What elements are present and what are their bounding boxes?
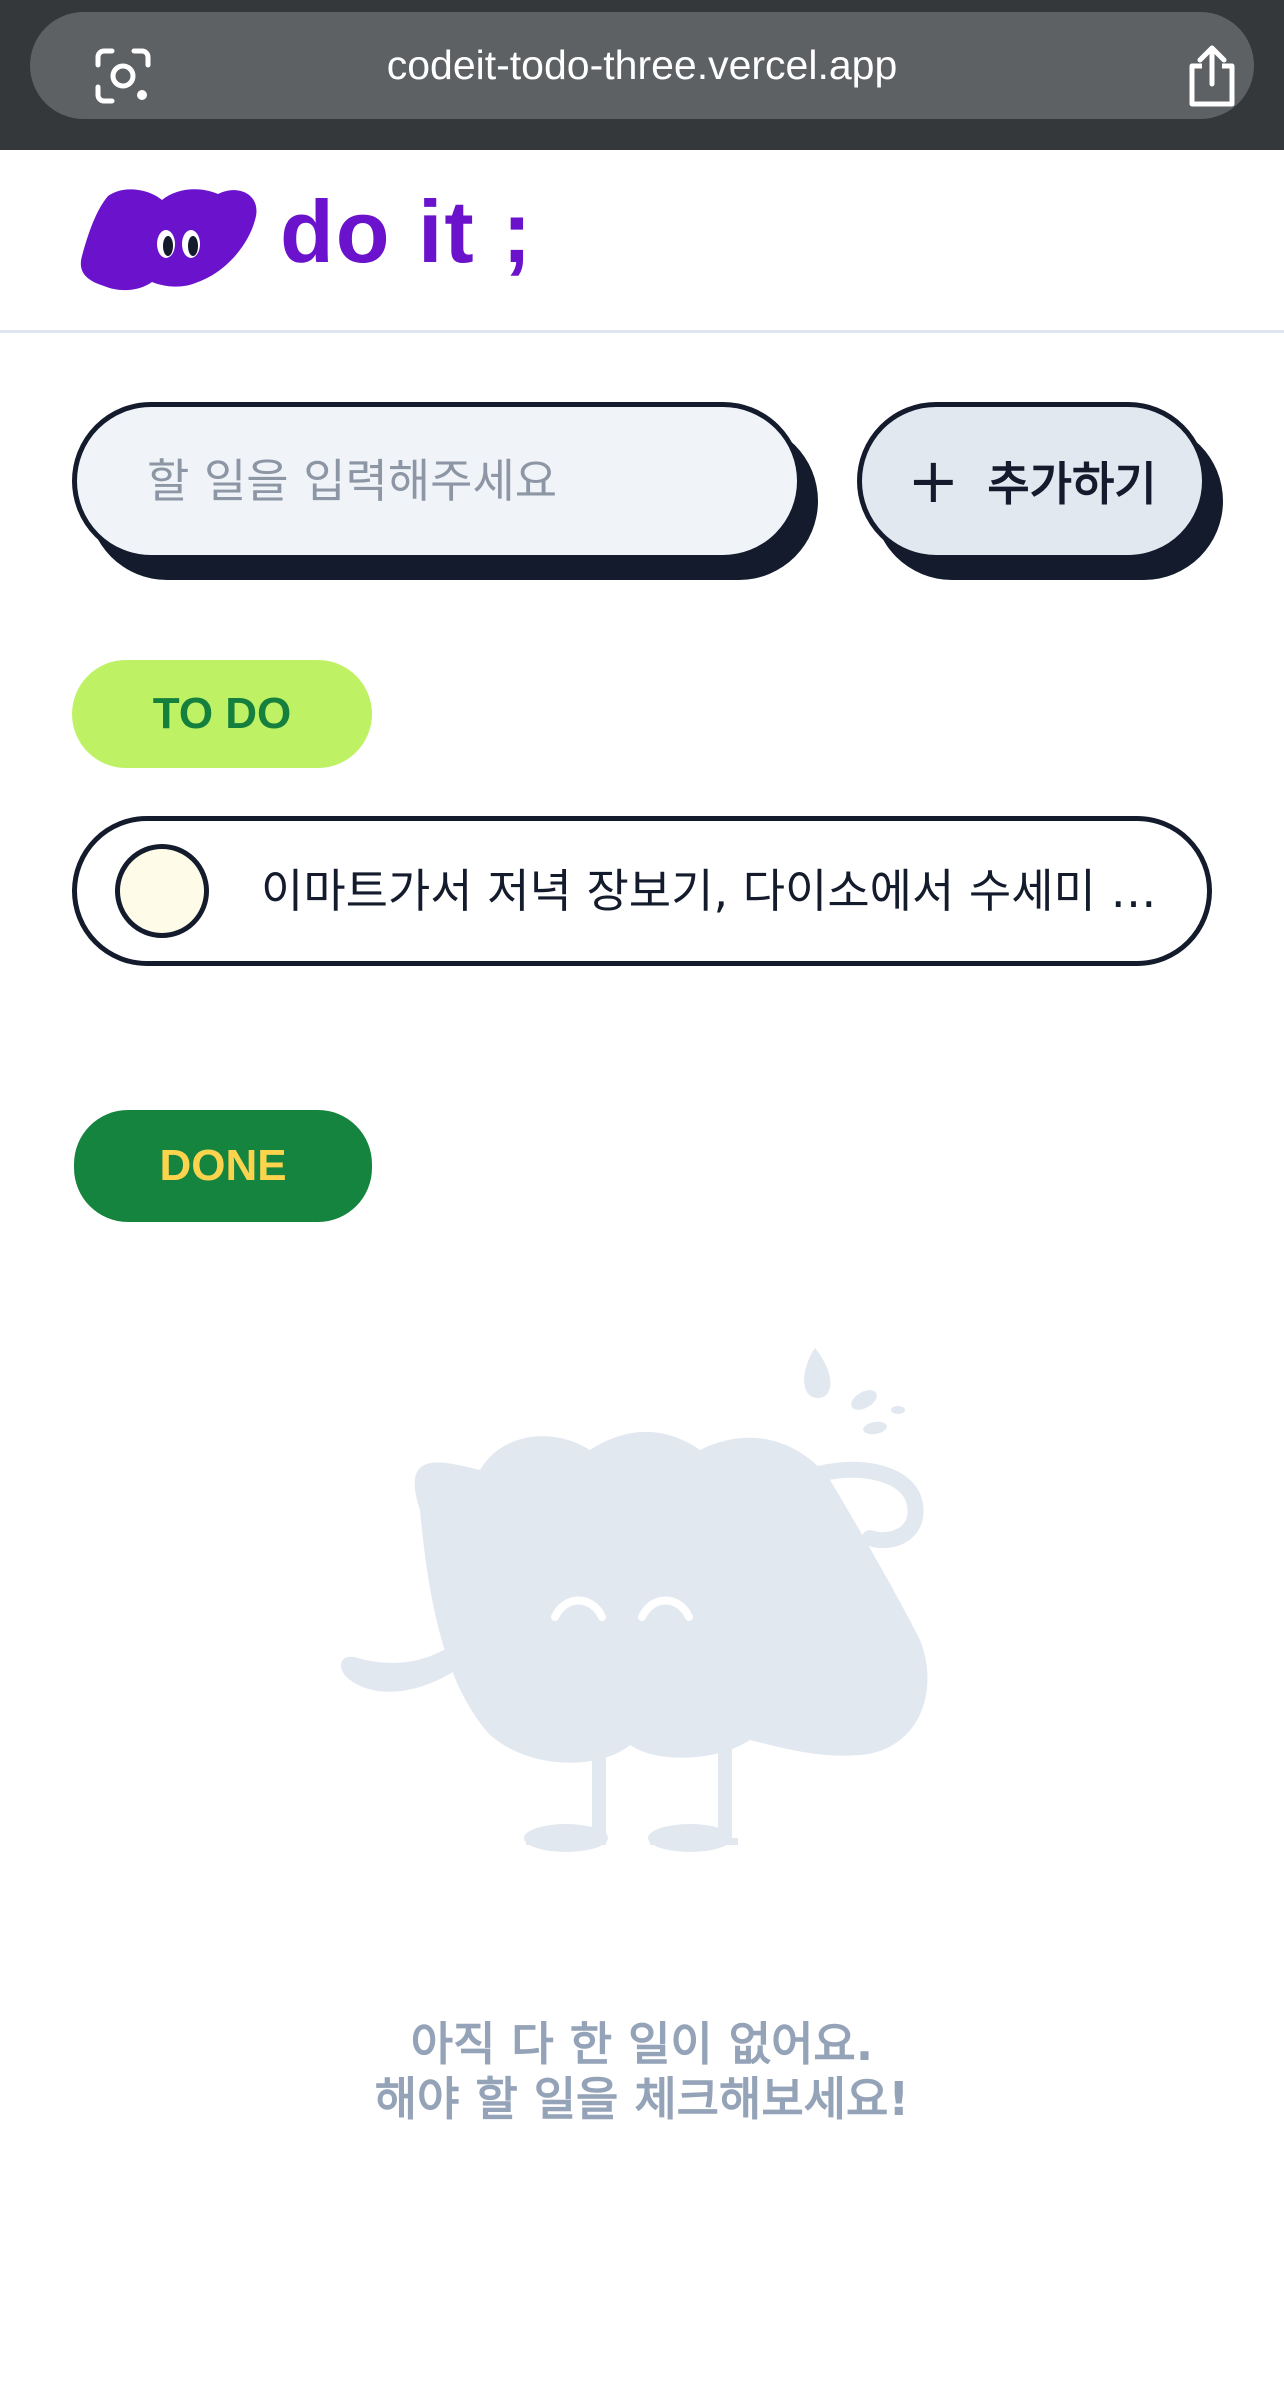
app-header: do it ; bbox=[0, 150, 1284, 333]
browser-toolbar: codeit-todo-three.vercel.app bbox=[0, 0, 1284, 150]
todo-section-badge: TO DO bbox=[72, 660, 372, 768]
todo-item[interactable]: 이마트가서 저녁 장보기, 다이소에서 수세미 사기 bbox=[72, 816, 1212, 966]
logo-text[interactable]: do it ; bbox=[280, 172, 533, 292]
empty-mascot-illustration-icon bbox=[340, 1348, 928, 1852]
todo-item-text[interactable]: 이마트가서 저녁 장보기, 다이소에서 수세미 사기 bbox=[261, 821, 1161, 961]
add-button[interactable]: + 추가하기 bbox=[857, 402, 1207, 560]
todo-input[interactable] bbox=[72, 402, 802, 560]
address-bar[interactable]: codeit-todo-three.vercel.app bbox=[30, 12, 1254, 119]
share-icon[interactable] bbox=[1184, 44, 1240, 108]
url-text[interactable]: codeit-todo-three.vercel.app bbox=[30, 12, 1254, 119]
done-section-badge: DONE bbox=[74, 1110, 372, 1222]
add-button-container: + 추가하기 bbox=[857, 402, 1223, 580]
todo-checkbox[interactable] bbox=[115, 844, 209, 938]
empty-message-line2: 해야 할 일을 체크해보세요! bbox=[374, 2072, 910, 2126]
add-button-label: 추가하기 bbox=[987, 457, 1157, 511]
blob-mascot-logo-icon[interactable] bbox=[78, 186, 260, 294]
plus-icon: + bbox=[907, 444, 960, 517]
todo-input-container bbox=[72, 402, 818, 580]
